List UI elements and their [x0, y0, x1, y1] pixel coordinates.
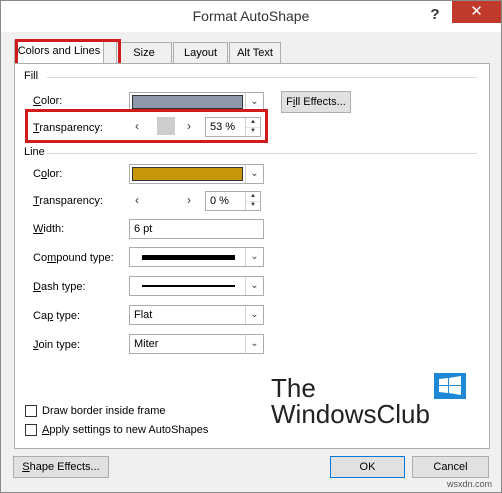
- line-color-swatch: [132, 167, 243, 181]
- cancel-button[interactable]: Cancel: [412, 456, 489, 478]
- line-width-field[interactable]: 6 pt: [129, 219, 264, 239]
- help-button[interactable]: ?: [421, 4, 449, 26]
- compound-line-sample: [142, 255, 235, 260]
- watermark-line2: WindowsClub: [271, 399, 430, 429]
- fill-effects-button[interactable]: Fill Effects...: [281, 91, 351, 113]
- cap-type-dropdown[interactable]: Flat ⌄: [129, 305, 264, 325]
- shape-effects-button[interactable]: Shape Effects...: [13, 456, 109, 478]
- line-section-title: Line: [24, 146, 45, 158]
- line-separator: [47, 153, 477, 154]
- line-width-label: Width:: [33, 223, 65, 235]
- line-color-label: Color:: [33, 168, 63, 180]
- dash-line-sample: [142, 285, 235, 287]
- draw-border-inside-checkbox[interactable]: [25, 405, 37, 417]
- line-transparency-label: Transparency:: [33, 195, 103, 207]
- tab-layout[interactable]: Layout: [173, 42, 228, 64]
- title-bar: Format AutoShape ? ✕: [1, 1, 501, 32]
- windows-logo-icon: [434, 373, 466, 399]
- line-color-dropdown[interactable]: ⌄: [129, 164, 264, 184]
- draw-border-inside-label[interactable]: Draw border inside frame: [42, 405, 166, 417]
- chevron-down-icon: ⌄: [245, 335, 263, 353]
- line-transparency-right-arrow[interactable]: ›: [182, 191, 196, 209]
- chevron-down-icon: ⌄: [245, 306, 263, 324]
- tab-alt-text[interactable]: Alt Text: [229, 42, 281, 64]
- close-button[interactable]: ✕: [452, 1, 501, 23]
- line-transparency-value[interactable]: 0 %: [210, 195, 229, 207]
- apply-new-autoshapes-checkbox[interactable]: [25, 424, 37, 436]
- cap-type-value: Flat: [134, 309, 153, 321]
- fill-separator: [47, 77, 477, 78]
- fill-color-swatch: [132, 95, 243, 109]
- tab-size[interactable]: Size: [116, 42, 172, 64]
- join-type-label: Join type:: [33, 339, 81, 351]
- fill-color-label: Color:: [33, 95, 63, 107]
- join-type-value: Miter: [134, 338, 159, 350]
- chevron-down-icon: ⌄: [245, 277, 263, 295]
- transparency-highlight-box: [25, 109, 268, 143]
- join-type-dropdown[interactable]: Miter ⌄: [129, 334, 264, 354]
- compound-type-label: Compound type:: [33, 252, 114, 264]
- cap-type-label: Cap type:: [33, 310, 81, 322]
- line-width-value[interactable]: 6 pt: [134, 223, 152, 235]
- chevron-down-icon: ⌄: [245, 165, 263, 183]
- watermark: The WindowsClub: [271, 373, 471, 433]
- apply-new-autoshapes-label[interactable]: Apply settings to new AutoShapes: [42, 424, 208, 436]
- line-transparency-spinner[interactable]: 0 % ▲ ▼: [205, 191, 261, 211]
- fill-section-title: Fill: [24, 70, 39, 82]
- ok-button[interactable]: OK: [330, 456, 405, 478]
- dash-type-dropdown[interactable]: ⌄: [129, 276, 264, 296]
- line-transparency-left-arrow[interactable]: ‹: [130, 191, 144, 209]
- watermark-url: wsxdn.com: [447, 479, 493, 489]
- format-autoshape-dialog: Format AutoShape ? ✕ Colors and Lines Si…: [0, 0, 502, 493]
- chevron-down-icon: ⌄: [245, 248, 263, 266]
- dash-type-label: Dash type:: [33, 281, 86, 293]
- line-transparency-slider[interactable]: [146, 191, 184, 209]
- spin-down-icon[interactable]: ▼: [245, 201, 260, 210]
- compound-type-dropdown[interactable]: ⌄: [129, 247, 264, 267]
